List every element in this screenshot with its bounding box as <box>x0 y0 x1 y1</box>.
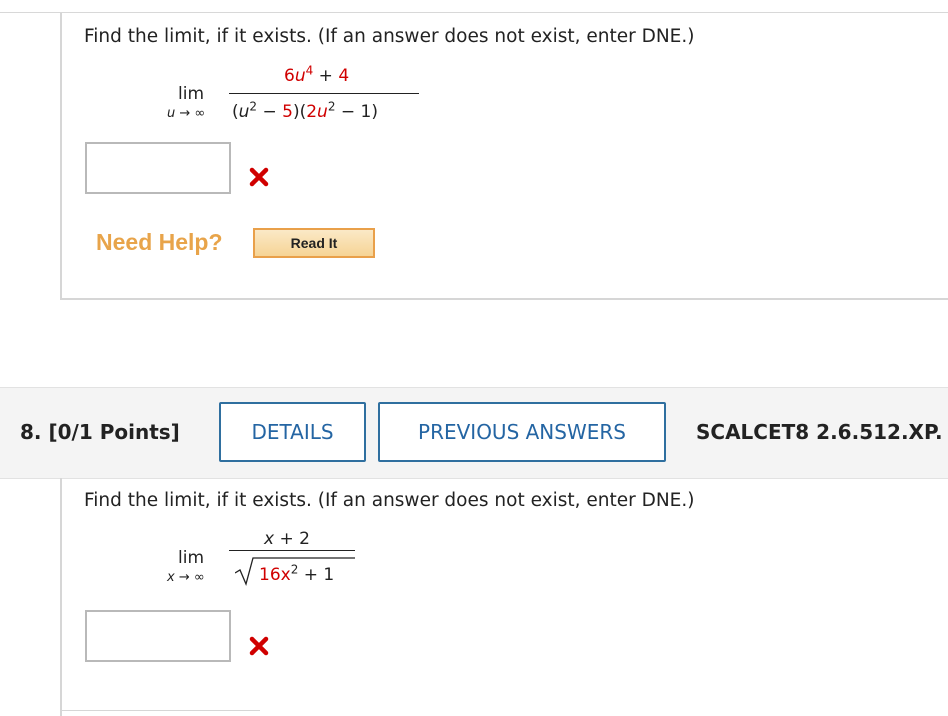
read-it-button[interactable]: Read It <box>253 228 375 258</box>
q8-prompt: Find the limit, if it exists. (If an ans… <box>84 490 695 511</box>
incorrect-x-icon <box>249 636 269 656</box>
previous-answers-button[interactable]: PREVIOUS ANSWERS <box>378 402 666 462</box>
q7-num-coef: 6u <box>284 66 306 86</box>
q8-numerator: x + 2 <box>264 529 310 549</box>
q7-denominator: (u2 − 5)(2u2 − 1) <box>232 99 378 122</box>
q7-prompt: Find the limit, if it exists. (If an ans… <box>84 26 695 47</box>
q7-num-const: 4 <box>338 66 350 86</box>
q7-answer-input[interactable] <box>85 142 231 194</box>
q7-lim-under: u → ∞ <box>167 106 206 121</box>
q8-textbook-code: SCALCET8 2.6.512.XP. <box>696 420 943 444</box>
q7-num-rest: + <box>313 66 339 86</box>
q8-lim-under: x → ∞ <box>167 570 205 585</box>
need-help-label: Need Help? <box>96 229 223 255</box>
q7-numerator: 6u4 + 4 <box>284 64 350 86</box>
details-button[interactable]: DETAILS <box>219 402 366 462</box>
q7-lim-label: lim <box>178 84 205 104</box>
q8-number-points: 8. [0/1 Points] <box>20 420 180 444</box>
bottom-divider <box>60 710 260 711</box>
q8-lim-label: lim <box>178 548 205 568</box>
q8-radicand-rest: + 1 <box>298 565 335 585</box>
q7-fraction-bar <box>229 93 419 94</box>
incorrect-x-icon <box>249 167 269 187</box>
q8-fraction-bar <box>229 550 355 551</box>
q8-radicand: 16x2 + 1 <box>259 563 335 585</box>
question-8-panel <box>60 478 948 716</box>
q8-radicand-coef: 16x <box>259 565 291 585</box>
q8-answer-input[interactable] <box>85 610 231 662</box>
